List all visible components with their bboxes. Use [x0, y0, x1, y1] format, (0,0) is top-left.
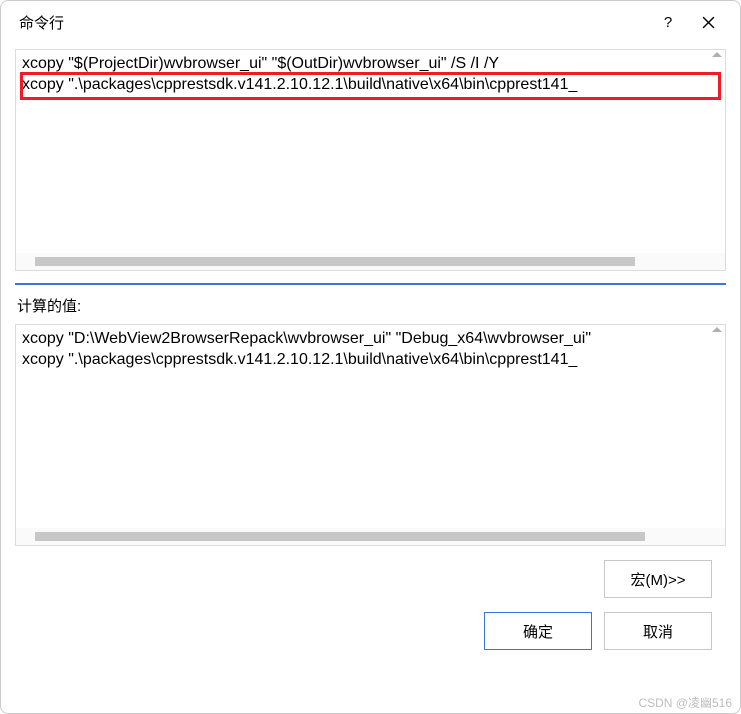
horizontal-scrollbar[interactable] [16, 253, 725, 270]
section-divider [15, 283, 726, 285]
close-button[interactable] [688, 6, 728, 38]
evaluated-line-2: xcopy ".\packages\cpprestsdk.v141.2.10.1… [22, 349, 719, 370]
macros-button[interactable]: 宏(M)>> [604, 560, 712, 598]
evaluated-line-1: xcopy "D:\WebView2BrowserRepack\wvbrowse… [22, 328, 719, 349]
evaluated-value-text: xcopy "D:\WebView2BrowserRepack\wvbrowse… [16, 325, 725, 528]
button-row-1: 宏(M)>> [15, 546, 726, 606]
scrollbar-thumb[interactable] [35, 532, 645, 541]
vertical-scrollbar[interactable] [708, 50, 725, 253]
dialog-content: xcopy "$(ProjectDir)wvbrowser_ui" "$(Out… [1, 43, 740, 713]
horizontal-scrollbar[interactable] [16, 528, 725, 545]
cancel-button[interactable]: 取消 [604, 612, 712, 650]
editor-line-1: xcopy "$(ProjectDir)wvbrowser_ui" "$(Out… [22, 53, 719, 74]
evaluated-value-textbox[interactable]: xcopy "D:\WebView2BrowserRepack\wvbrowse… [15, 324, 726, 546]
command-line-dialog: 命令行 ? xcopy "$(ProjectDir)wvbrowser_ui" … [0, 0, 741, 714]
scroll-up-icon [712, 52, 722, 57]
scroll-up-icon [712, 327, 722, 332]
dialog-title: 命令行 [19, 12, 648, 33]
evaluated-value-label: 计算的值: [15, 295, 726, 324]
editor-line-2: xcopy ".\packages\cpprestsdk.v141.2.10.1… [22, 74, 719, 95]
vertical-scrollbar[interactable] [708, 325, 725, 528]
command-line-textbox[interactable]: xcopy "$(ProjectDir)wvbrowser_ui" "$(Out… [15, 49, 726, 271]
close-icon [702, 16, 715, 29]
scrollbar-thumb[interactable] [35, 257, 635, 266]
command-line-text[interactable]: xcopy "$(ProjectDir)wvbrowser_ui" "$(Out… [16, 50, 725, 253]
help-button[interactable]: ? [648, 6, 688, 38]
help-icon: ? [664, 14, 672, 31]
ok-button[interactable]: 确定 [484, 612, 592, 650]
button-row-2: 确定 取消 [15, 606, 726, 664]
titlebar: 命令行 ? [1, 1, 740, 43]
